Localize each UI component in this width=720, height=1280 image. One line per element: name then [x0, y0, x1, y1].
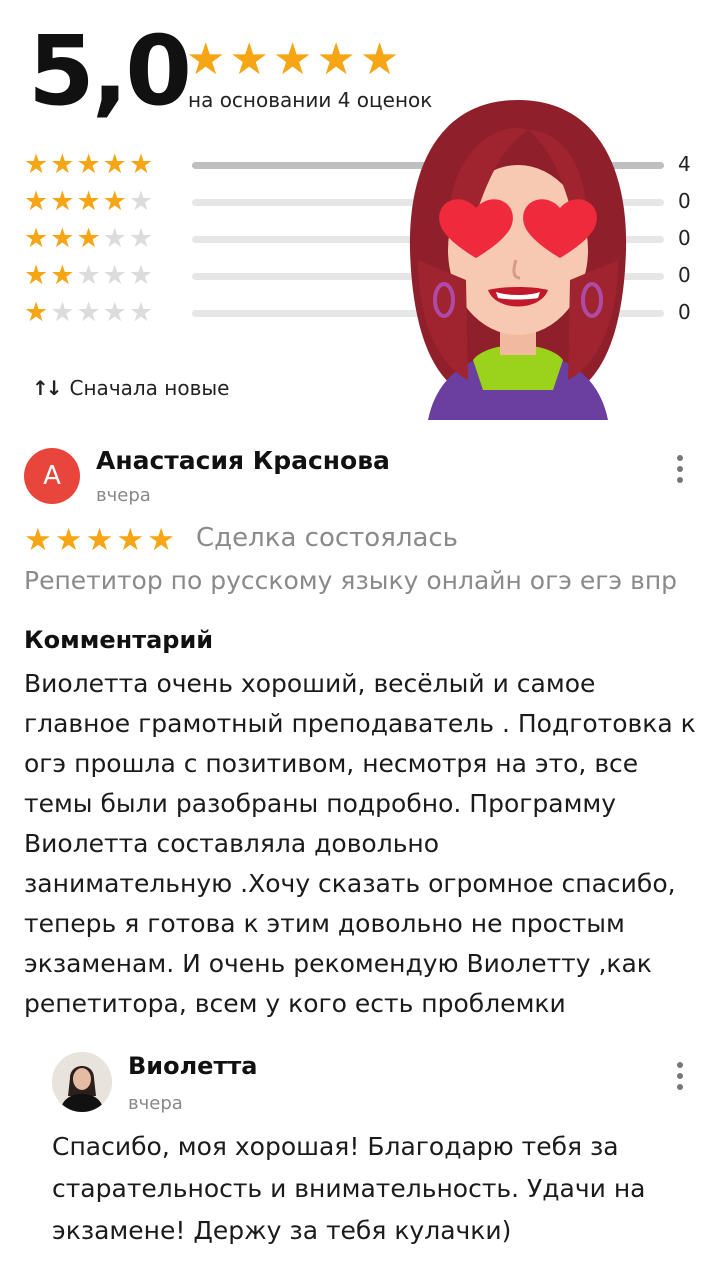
row-stars: ★ ★ ★ ★ ★: [24, 150, 153, 180]
distribution-count: 0: [678, 226, 691, 250]
star-icon: ★: [229, 34, 269, 85]
star-icon: ★: [24, 149, 49, 180]
more-options-icon[interactable]: [676, 455, 684, 483]
star-icon: ★: [102, 186, 127, 217]
distribution-count: 0: [678, 300, 691, 324]
star-icon: ★: [147, 522, 175, 558]
reply-line: Спасибо, моя хорошая! Благодарю тебя за: [52, 1132, 619, 1161]
star-icon: ★: [50, 260, 75, 291]
comment-line: теперь я готова к этим довольно не прост…: [24, 909, 625, 938]
star-icon: ★: [85, 522, 114, 558]
comment-line: главное грамотный преподаватель . Подгот…: [24, 709, 696, 738]
distribution-count: 0: [678, 263, 691, 287]
row-stars: ★ ★ ★ ★ ★: [24, 261, 153, 291]
sort-arrows-icon: ↑↓: [32, 376, 62, 400]
comment-text: Виолетта очень хороший, весёлый и самое …: [24, 664, 710, 1024]
comment-line: Виолетта составляла довольно: [24, 829, 440, 858]
distribution-count: 4: [678, 152, 691, 176]
reply-date: вчера: [128, 1093, 183, 1114]
row-stars: ★ ★ ★ ★ ★: [24, 224, 153, 254]
star-empty-icon: ★: [102, 297, 127, 328]
star-icon: ★: [24, 186, 49, 217]
comment-line: репетитора, всем у кого есть проблемки: [24, 989, 566, 1018]
rating-stars: ★ ★ ★ ★ ★: [186, 36, 399, 84]
comment-line: экзаменам. И очень рекомендую Виолетту ,…: [24, 949, 652, 978]
star-icon: ★: [50, 149, 75, 180]
star-icon: ★: [24, 522, 52, 558]
avatar[interactable]: А: [24, 448, 80, 504]
star-icon: ★: [24, 260, 49, 291]
sort-button[interactable]: ↑↓ Сначала новые: [32, 376, 229, 400]
star-empty-icon: ★: [128, 260, 154, 291]
sort-label: Сначала новые: [69, 376, 230, 400]
row-stars: ★ ★ ★ ★ ★: [24, 187, 153, 217]
star-empty-icon: ★: [76, 260, 101, 291]
star-icon: ★: [316, 34, 356, 85]
star-empty-icon: ★: [102, 223, 127, 254]
star-icon: ★: [272, 34, 313, 85]
star-empty-icon: ★: [128, 186, 154, 217]
row-stars: ★ ★ ★ ★ ★: [24, 298, 153, 328]
comment-line: занимательную .Хочу сказать огромное спа…: [24, 869, 676, 898]
star-icon: ★: [24, 297, 49, 328]
star-icon: ★: [24, 223, 49, 254]
reply-text: Спасибо, моя хорошая! Благодарю тебя за …: [52, 1126, 702, 1252]
star-icon: ★: [50, 186, 75, 217]
star-icon: ★: [186, 34, 226, 85]
review-stars: ★ ★ ★ ★ ★: [24, 522, 175, 558]
rating-value: 5,0: [28, 15, 192, 127]
star-icon: ★: [76, 223, 101, 254]
star-icon: ★: [128, 149, 154, 180]
star-icon: ★: [50, 223, 75, 254]
review-date: вчера: [96, 485, 151, 506]
star-empty-icon: ★: [128, 223, 154, 254]
reply-line: экзамене! Держу за тебя кулачки): [52, 1216, 512, 1245]
star-icon: ★: [102, 149, 127, 180]
star-empty-icon: ★: [128, 297, 154, 328]
distribution-count: 0: [678, 189, 691, 213]
service-title[interactable]: Репетитор по русскому языку онлайн огэ е…: [24, 566, 677, 595]
comment-line: огэ прошла с позитивом, несмотря на это,…: [24, 749, 639, 778]
reviewer-name[interactable]: Анастасия Краснова: [96, 446, 390, 475]
reply-line: старательность и внимательность. Удачи н…: [52, 1174, 646, 1203]
star-empty-icon: ★: [102, 260, 127, 291]
star-icon: ★: [54, 522, 83, 558]
comment-line: Виолетта очень хороший, весёлый и самое: [24, 669, 596, 698]
star-icon: ★: [76, 186, 101, 217]
star-icon: ★: [76, 149, 101, 180]
reply-author[interactable]: Виолетта: [128, 1052, 257, 1080]
comment-line: темы были разобраны подробно. Программу: [24, 789, 617, 818]
reply-avatar[interactable]: [52, 1052, 112, 1112]
star-empty-icon: ★: [76, 297, 101, 328]
deal-status: Сделка состоялась: [196, 523, 459, 553]
star-icon: ★: [116, 522, 145, 558]
avatar-sticker: [409, 100, 627, 420]
comment-heading: Комментарий: [24, 626, 214, 654]
star-empty-icon: ★: [50, 297, 75, 328]
more-options-icon[interactable]: [676, 1062, 684, 1090]
star-icon: ★: [359, 34, 400, 85]
